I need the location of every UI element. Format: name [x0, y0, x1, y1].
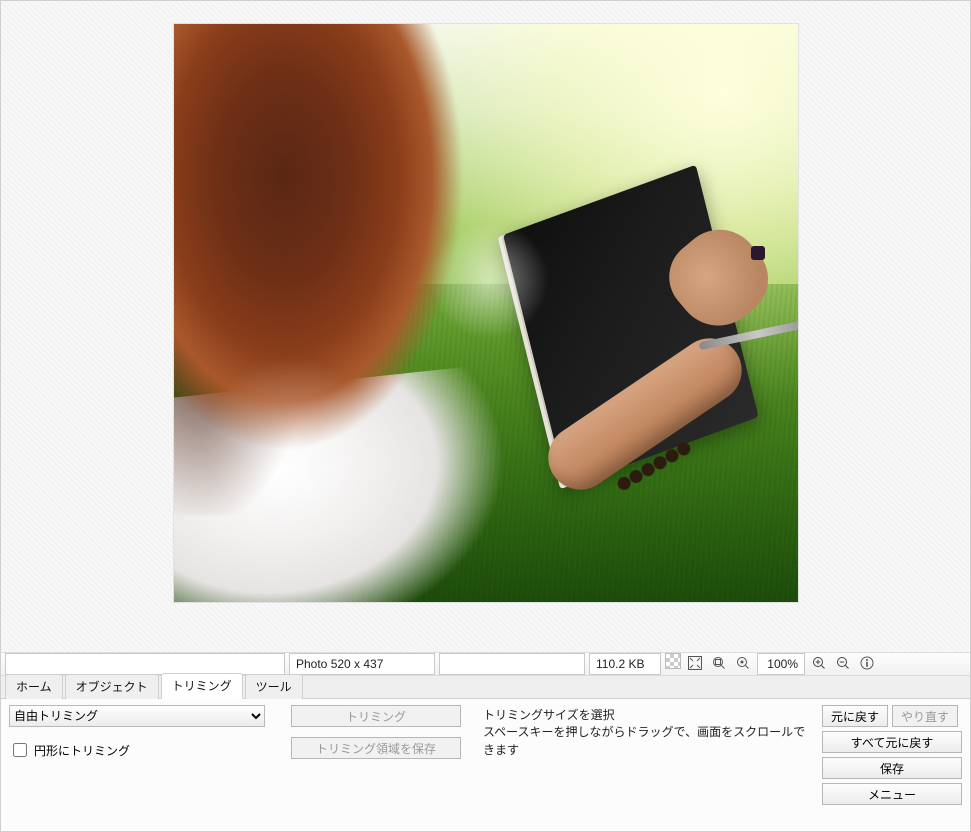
info-icon[interactable] — [857, 653, 877, 673]
fit-window-icon[interactable] — [685, 653, 705, 673]
trim-mode-select[interactable]: 自由トリミング — [9, 705, 265, 727]
trim-button[interactable]: トリミング — [291, 705, 461, 727]
undo-all-button[interactable]: すべて元に戻す — [822, 731, 962, 753]
status-filesize: 110.2 KB — [589, 653, 661, 675]
hint-text: トリミングサイズを選択 スペースキーを押しながらドラッグで、画面をスクロールでき… — [483, 705, 810, 763]
circle-trim-label: 円形にトリミング — [34, 742, 130, 759]
app-frame: Photo 520 x 437 110.2 KB 100% ホーム オブジェクト… — [0, 0, 971, 832]
circle-trim-checkbox[interactable] — [13, 743, 27, 757]
hint-line-2: スペースキーを押しながらドラッグで、画面をスクロールできます — [483, 724, 810, 759]
menu-button[interactable]: メニュー — [822, 783, 962, 805]
tab-tool[interactable]: ツール — [245, 674, 303, 699]
trimming-panel: 自由トリミング 円形にトリミング トリミング トリミング領域を保存 トリミングサ… — [1, 699, 970, 831]
redo-button[interactable]: やり直す — [892, 705, 958, 727]
actual-size-icon[interactable] — [709, 653, 729, 673]
transparency-icon[interactable] — [665, 653, 681, 669]
save-button[interactable]: 保存 — [822, 757, 962, 779]
image-canvas[interactable] — [1, 1, 970, 652]
right-button-column: 元に戻す やり直す すべて元に戻す 保存 メニュー — [822, 705, 962, 827]
zoom-reset-icon[interactable] — [733, 653, 753, 673]
circle-trim-row[interactable]: 円形にトリミング — [9, 737, 279, 763]
undo-button[interactable]: 元に戻す — [822, 705, 888, 727]
save-trim-area-button[interactable]: トリミング領域を保存 — [291, 737, 461, 759]
status-dimensions: Photo 520 x 437 — [289, 653, 435, 675]
tab-home[interactable]: ホーム — [5, 674, 63, 699]
status-bar: Photo 520 x 437 110.2 KB 100% — [1, 652, 970, 676]
status-field-left — [5, 653, 285, 675]
status-zoom: 100% — [757, 653, 805, 675]
zoom-out-icon[interactable] — [833, 653, 853, 673]
tab-strip: ホーム オブジェクト トリミング ツール — [1, 676, 970, 699]
status-field-mid — [439, 653, 585, 675]
hint-line-1: トリミングサイズを選択 — [483, 707, 810, 724]
zoom-in-icon[interactable] — [809, 653, 829, 673]
tab-trimming[interactable]: トリミング — [161, 673, 243, 699]
photo-preview[interactable] — [174, 24, 798, 602]
tab-object[interactable]: オブジェクト — [65, 674, 159, 699]
